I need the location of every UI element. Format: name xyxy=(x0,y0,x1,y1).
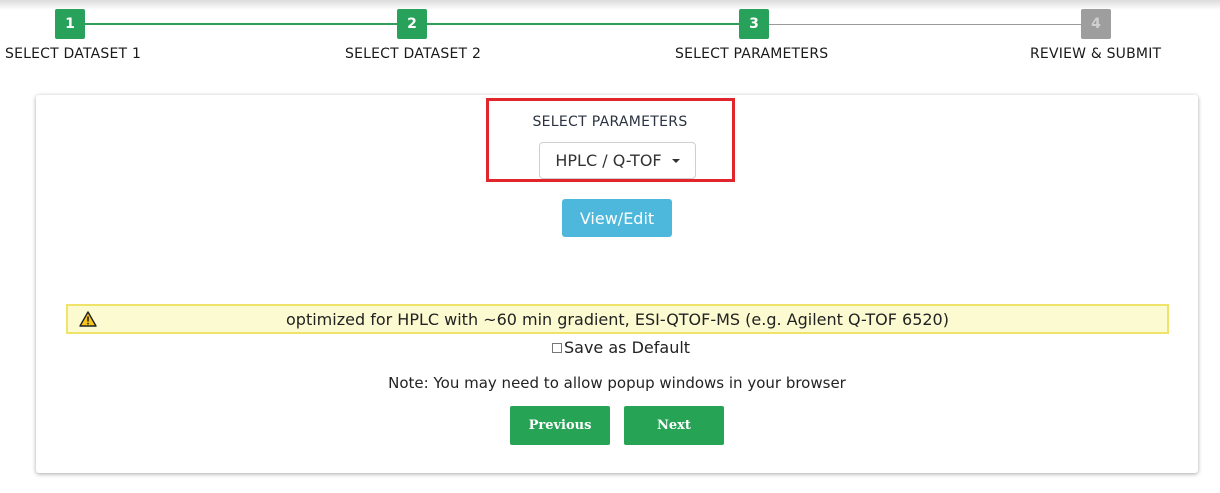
step-connector-2-3 xyxy=(411,23,754,25)
step-3-label: SELECT PARAMETERS xyxy=(675,46,829,62)
previous-button[interactable]: Previous xyxy=(510,406,610,445)
step-2-marker[interactable]: 2 xyxy=(397,9,427,39)
next-button[interactable]: Next xyxy=(624,406,724,445)
step-1-label: SELECT DATASET 1 xyxy=(5,46,142,62)
save-as-default-label: Save as Default xyxy=(564,337,691,357)
save-as-default-control[interactable]: Save as Default xyxy=(552,337,690,357)
popup-note: Note: You may need to allow popup window… xyxy=(388,374,846,392)
view-edit-button[interactable]: View/Edit xyxy=(562,199,672,237)
alert-text: optimized for HPLC with ~60 min gradient… xyxy=(286,309,949,329)
warning-triangle-icon xyxy=(79,311,97,327)
save-as-default-checkbox[interactable] xyxy=(552,343,562,353)
step-2-label: SELECT DATASET 2 xyxy=(345,46,482,62)
step-4-label: REVIEW & SUBMIT xyxy=(1030,46,1162,62)
parameter-description-alert: optimized for HPLC with ~60 min gradient… xyxy=(66,304,1169,334)
top-shadow xyxy=(0,0,1220,10)
step-4-marker: 4 xyxy=(1081,9,1111,39)
step-1-marker[interactable]: 1 xyxy=(55,9,85,39)
step-connector-1-2 xyxy=(70,23,411,25)
step-3-marker[interactable]: 3 xyxy=(739,9,769,39)
step-connector-3-4 xyxy=(754,24,1096,25)
annotation-highlight-box xyxy=(486,98,735,182)
